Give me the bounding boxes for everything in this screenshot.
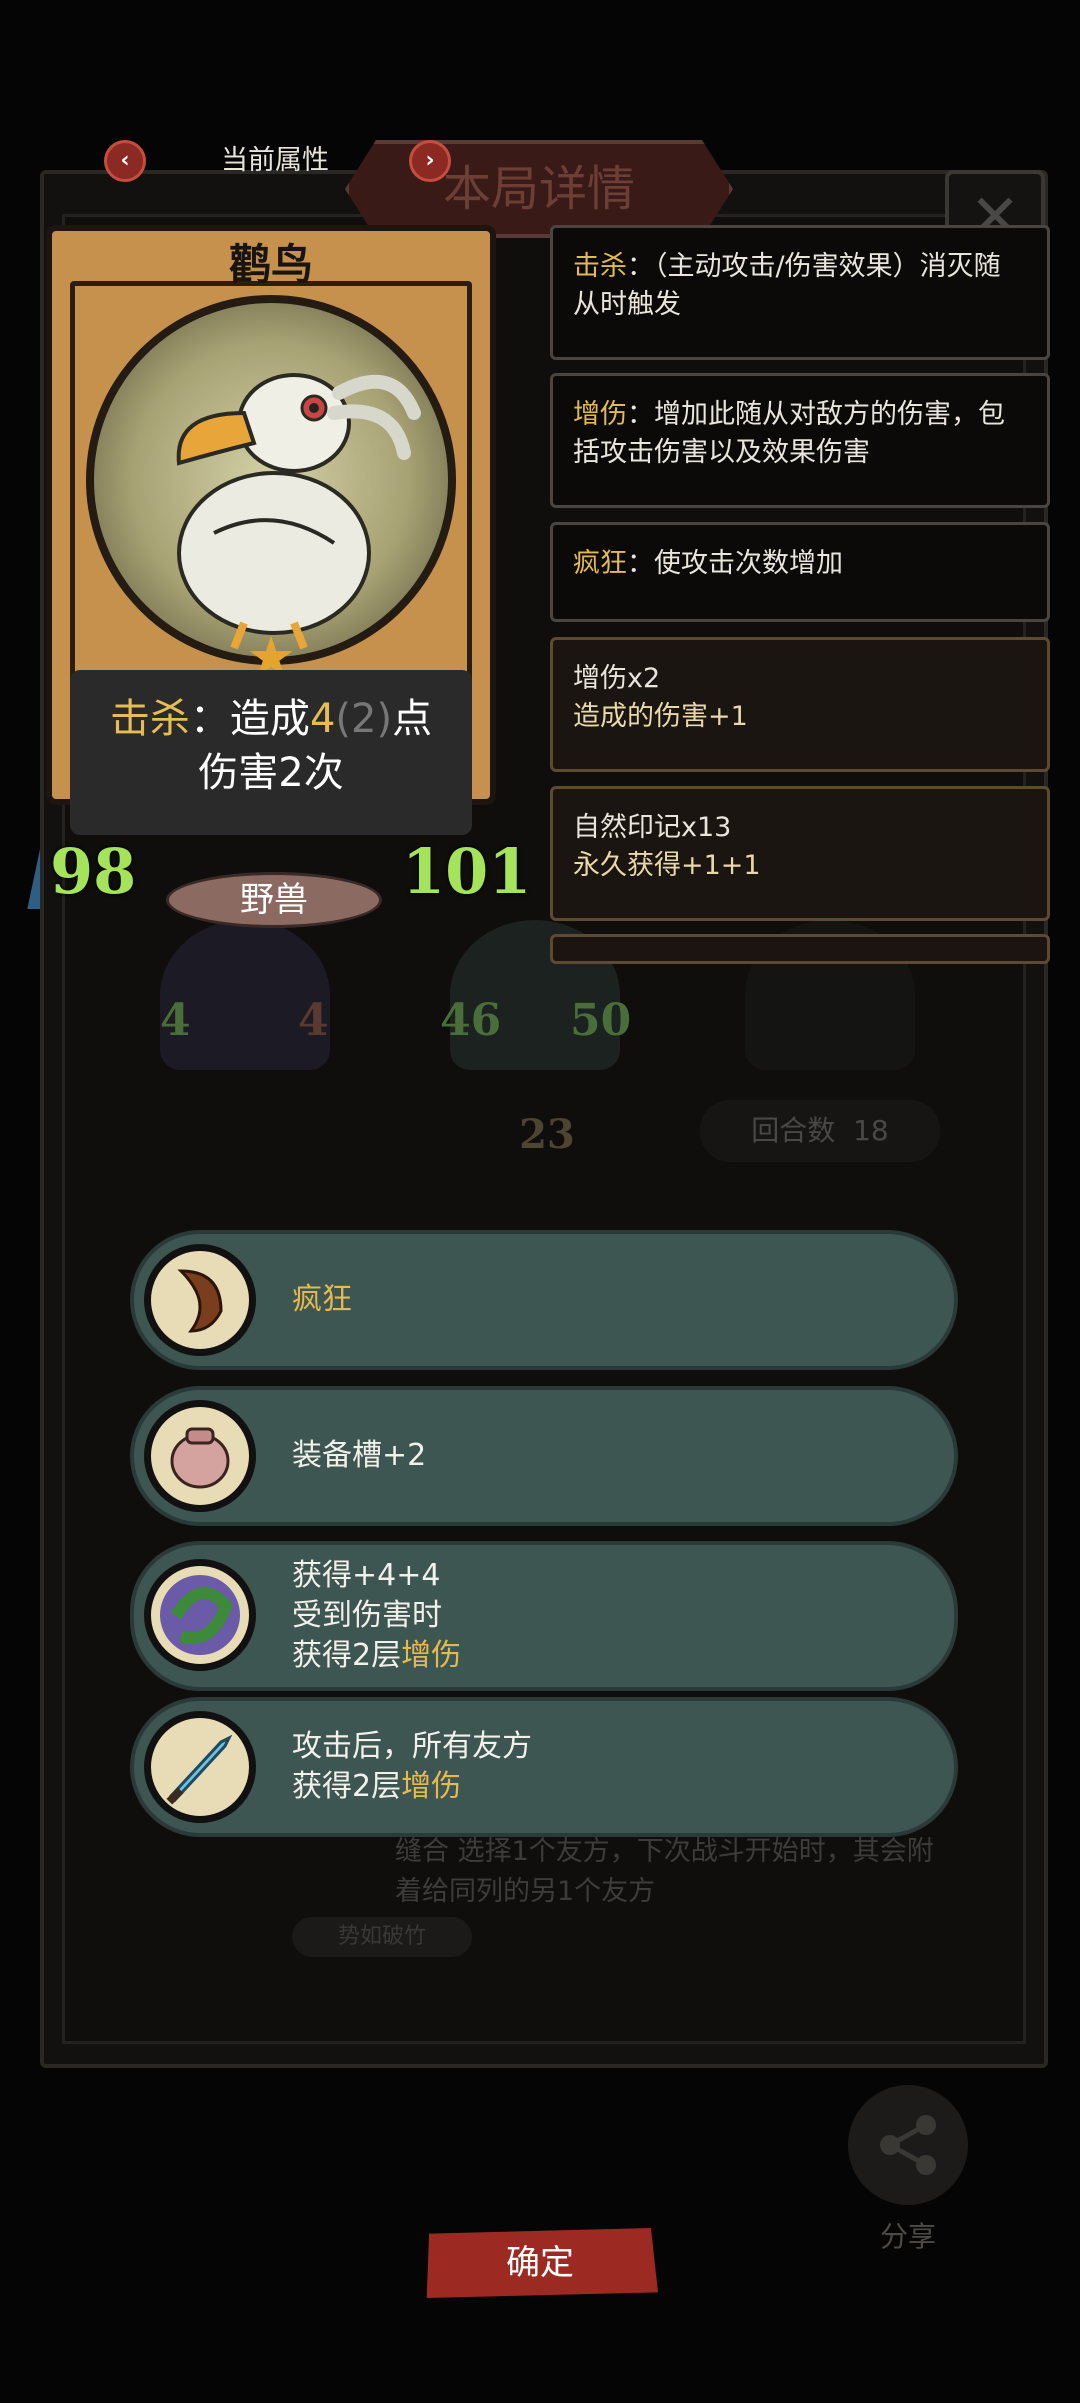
buff-box-sub: 造成的伤害+1 — [573, 701, 748, 732]
desc-keyword: 击杀 — [109, 696, 190, 742]
enemy-health: 50 — [570, 995, 632, 1046]
enemy-attack: 4 — [160, 995, 191, 1046]
race-badge: 野兽 — [166, 872, 382, 928]
chevron-right-icon: › — [425, 148, 435, 173]
buff-line-prefix: 获得2层 — [292, 1769, 402, 1804]
panel-title-banner: 本局详情 — [345, 140, 733, 238]
enemy-attack: 46 — [440, 995, 502, 1046]
background-hint-text: 缝合 选择1个友方，下次战斗开始时，其会附着给同列的另1个友方 — [395, 1836, 934, 1907]
round-label: 回合数 — [751, 1114, 836, 1147]
buff-frenzy: 疯狂 — [130, 1230, 958, 1370]
card-description: 击杀：造成4(2)点 伤害2次 — [70, 670, 472, 835]
info-text: ：增加此随从对敌方的伤害，包括攻击伤害以及效果伤害 — [573, 399, 1005, 468]
next-button[interactable]: › — [409, 140, 451, 182]
turn-number: 23 — [519, 1111, 575, 1158]
buff-attack-aura: 攻击后，所有友方 获得2层增伤 — [130, 1697, 958, 1837]
info-text: ：使攻击次数增加 — [627, 548, 843, 579]
round-value: 18 — [853, 1114, 889, 1147]
info-box-kill: 击杀：（主动攻击/伤害效果）消灭随从时触发 — [550, 225, 1050, 360]
background-tag: 势如破竹 — [292, 1917, 472, 1957]
health-value: 101 — [402, 835, 532, 908]
buff-keyword: 增伤 — [401, 1638, 462, 1673]
round-counter: 回合数 18 — [700, 1100, 940, 1162]
buff-line: 攻击后，所有友方 — [292, 1729, 532, 1764]
buff-equipment-slot: 装备槽+2 — [130, 1386, 958, 1526]
buff-box-damage: 增伤x2 造成的伤害+1 — [550, 637, 1050, 772]
share-button[interactable] — [848, 2085, 968, 2205]
desc-value: 4 — [309, 696, 336, 742]
chevron-left-icon: ‹ — [120, 148, 130, 173]
info-keyword: 增伤 — [573, 399, 627, 430]
enemy-health: 4 — [298, 995, 329, 1046]
stork-portrait — [86, 295, 456, 665]
card-name: 鹳鸟 — [228, 240, 313, 289]
buff-box-title: 增伤x2 — [573, 663, 661, 694]
confirm-button[interactable]: 确定 — [426, 2228, 658, 2298]
info-keyword: 疯狂 — [573, 548, 627, 579]
desc-line2: 伤害2次 — [198, 750, 344, 796]
buff-line: 受到伤害时 — [292, 1598, 442, 1633]
desc-part1: ：造成 — [189, 696, 310, 742]
nature-leaf-icon — [144, 1559, 256, 1671]
buff-nature: 获得+4+4 受到伤害时 获得2层增伤 — [130, 1541, 958, 1691]
prev-button[interactable]: ‹ — [104, 140, 146, 182]
buff-line: 装备槽+2 — [292, 1438, 427, 1473]
buff-box-partial — [550, 934, 1050, 964]
buff-line: 获得+4+4 — [292, 1558, 441, 1593]
stork-icon — [176, 373, 421, 650]
info-keyword: 击杀 — [573, 251, 627, 282]
attributes-title: 当前属性 — [221, 145, 329, 176]
panel-title: 本局详情 — [442, 161, 635, 217]
attack-value: 98 — [50, 835, 150, 908]
unit-card: 鹳鸟 ★ 击杀：造成4(2)点 伤害2次 98 野兽 101 — [46, 225, 531, 930]
buff-box-sub: 永久获得+1+1 — [573, 850, 761, 881]
buff-keyword: 增伤 — [401, 1769, 462, 1804]
buff-box-title: 自然印记x13 — [573, 812, 732, 843]
share-icon — [880, 2115, 936, 2175]
desc-part2: 点 — [392, 696, 433, 742]
buff-line: 疯狂 — [292, 1282, 352, 1317]
desc-base: (2) — [335, 696, 393, 742]
buff-box-nature-mark: 自然印记x13 永久获得+1+1 — [550, 786, 1050, 921]
ice-dagger-icon — [144, 1711, 256, 1823]
info-text: ：（主动攻击/伤害效果）消灭随从时触发 — [573, 251, 1001, 320]
buff-line-prefix: 获得2层 — [292, 1638, 402, 1673]
info-box-frenzy: 疯狂：使攻击次数增加 — [550, 522, 1050, 622]
info-box-damage-boost: 增伤：增加此随从对敌方的伤害，包括攻击伤害以及效果伤害 — [550, 373, 1050, 508]
share-label: 分享 — [879, 2220, 936, 2253]
horn-icon — [144, 1244, 256, 1356]
backpack-icon — [144, 1400, 256, 1512]
